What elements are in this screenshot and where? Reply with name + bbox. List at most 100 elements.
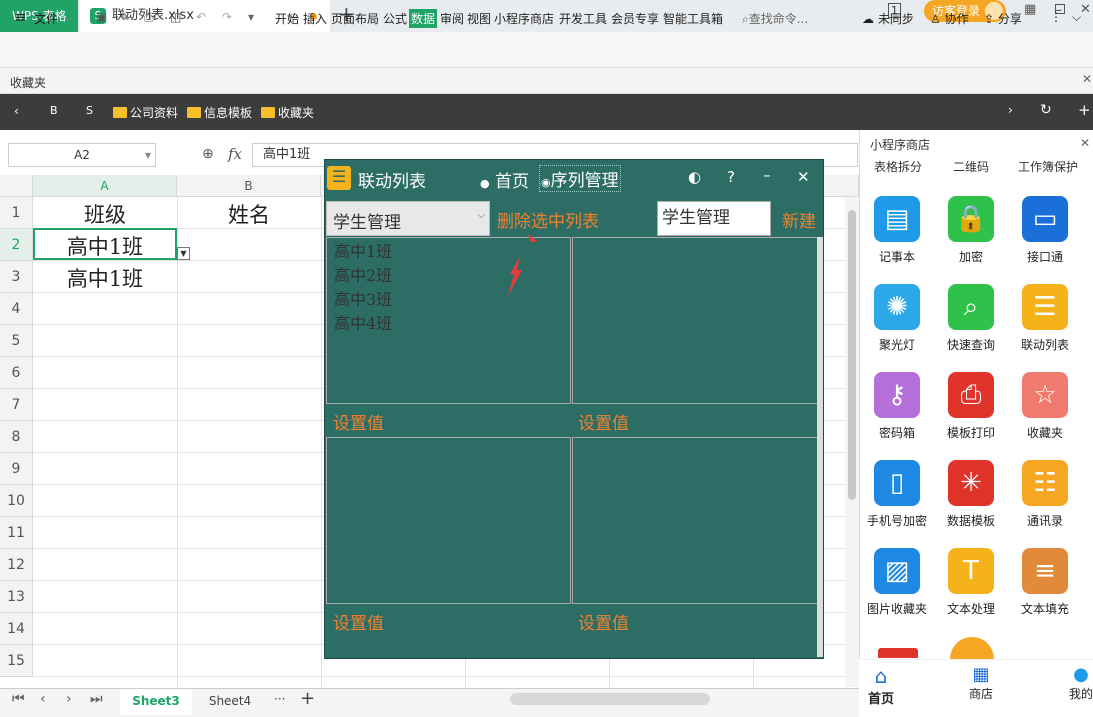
save-icon[interactable]: ▣ xyxy=(96,10,107,24)
collab-button[interactable]: ♙ 协作 xyxy=(930,10,969,27)
close-panel-icon[interactable]: ✕ xyxy=(1080,136,1090,150)
nav-mine[interactable]: ● 我的 xyxy=(1066,664,1093,702)
row-header[interactable]: 15 xyxy=(0,645,33,677)
bookmark-b[interactable]: B xyxy=(50,104,58,117)
app-item[interactable]: ⚷ 密码箱 xyxy=(861,372,933,441)
app-item[interactable]: 工作簿保护 xyxy=(1018,158,1093,175)
forward-icon[interactable]: › xyxy=(1008,103,1013,117)
nav-store[interactable]: ▦ 商店 xyxy=(966,664,996,702)
set-value-button-4[interactable]: 设置值 xyxy=(578,609,629,634)
last-sheet-icon[interactable]: ⏭ xyxy=(90,691,103,707)
collapse-ribbon-icon[interactable]: ⌵ xyxy=(1072,10,1081,25)
app-item[interactable]: ✺ 聚光灯 xyxy=(861,284,933,353)
app-item[interactable]: ≡ 文本填充 xyxy=(1009,548,1081,617)
list-item[interactable]: 高中4班 xyxy=(334,312,570,336)
row-header[interactable]: 3 xyxy=(0,261,33,293)
undo-icon[interactable]: ↶ xyxy=(196,10,206,24)
app-item[interactable]: ▤ 记事本 xyxy=(861,196,933,265)
set-value-button-3[interactable]: 设置值 xyxy=(333,609,384,634)
app-item[interactable]: ⎙ 模板打印 xyxy=(935,372,1007,441)
share-button[interactable]: ⇪ 分享 xyxy=(984,10,1022,27)
close-favorites-icon[interactable]: ✕ xyxy=(1082,72,1092,86)
set-value-button-2[interactable]: 设置值 xyxy=(578,409,629,434)
app-item[interactable]: 🔒 加密 xyxy=(935,196,1007,265)
cell-b1[interactable]: 姓名 xyxy=(177,199,321,229)
row-header[interactable]: 10 xyxy=(0,485,33,517)
horizontal-scrollbar[interactable] xyxy=(510,693,710,705)
menu-file[interactable]: 文件 xyxy=(34,10,58,27)
cell-a3[interactable]: 高中1班 xyxy=(33,263,177,293)
redo-icon[interactable]: ↷ xyxy=(222,10,232,24)
menu-vip[interactable]: 会员专享 xyxy=(611,10,659,27)
row-header[interactable]: 12 xyxy=(0,549,33,581)
first-sheet-icon[interactable]: ⏮ xyxy=(12,691,25,707)
bookmark-s[interactable]: S xyxy=(86,104,93,117)
back-icon[interactable]: ‹ xyxy=(14,104,19,118)
list-pane-2[interactable] xyxy=(572,237,818,404)
sheet-tab-active[interactable]: Sheet3 xyxy=(120,689,192,715)
chevron-down-icon[interactable]: ⌵ xyxy=(64,10,73,25)
radio-sequence[interactable]: ◉序列管理 xyxy=(539,165,621,192)
menu-data[interactable]: 数据 xyxy=(409,9,438,28)
add-bookmark-icon[interactable]: + xyxy=(1078,101,1091,119)
new-list-button[interactable]: 新建 xyxy=(782,207,816,232)
menu-miniprogram-store[interactable]: 小程序商店 xyxy=(494,10,554,27)
app-item[interactable]: 二维码 xyxy=(953,158,989,175)
row-header[interactable]: 6 xyxy=(0,357,33,389)
row-header[interactable]: 4 xyxy=(0,293,33,325)
add-sheet-button[interactable]: + xyxy=(300,688,315,709)
row-header[interactable]: 7 xyxy=(0,389,33,421)
zoom-icon[interactable]: ⊕ xyxy=(202,146,214,162)
refresh-icon[interactable]: ↻ xyxy=(1040,102,1052,118)
dialog-close-button[interactable]: ✕ xyxy=(797,168,810,186)
dialog-minimize-button[interactable]: – xyxy=(763,166,771,184)
row-header[interactable]: 8 xyxy=(0,421,33,453)
menu-view[interactable]: 视图 xyxy=(467,10,491,27)
app-item[interactable]: ▯ 手机号加密 xyxy=(861,460,933,529)
menu-page-layout[interactable]: 页面布局 xyxy=(331,10,379,27)
set-value-button-1[interactable]: 设置值 xyxy=(333,409,384,434)
print-icon[interactable]: ⎙ xyxy=(144,10,154,25)
format-painter-icon[interactable]: ✎ xyxy=(120,10,130,24)
more-quick-icon[interactable]: ▾ xyxy=(248,10,254,24)
category-dropdown[interactable]: 学生管理 ⌵ xyxy=(326,201,490,236)
menu-review[interactable]: 审阅 xyxy=(440,10,464,27)
row-header[interactable]: 5 xyxy=(0,325,33,357)
app-item[interactable]: ✳ 数据模板 xyxy=(935,460,1007,529)
app-item[interactable]: T 文本处理 xyxy=(935,548,1007,617)
row-header[interactable]: 14 xyxy=(0,613,33,645)
app-item[interactable]: 表格拆分 xyxy=(874,158,922,175)
scrollbar-thumb[interactable] xyxy=(848,210,856,500)
theme-icon[interactable]: ◐ xyxy=(688,168,701,186)
app-item[interactable]: ☆ 收藏夹 xyxy=(1009,372,1081,441)
row-header[interactable]: 9 xyxy=(0,453,33,485)
help-button[interactable]: ? xyxy=(727,168,735,186)
hamburger-icon[interactable]: ≡ xyxy=(14,8,27,26)
bookmark-folder[interactable]: 信息模板 xyxy=(187,104,252,121)
menu-insert[interactable]: 插入 xyxy=(303,10,327,27)
cell-dropdown-button[interactable]: ▼ xyxy=(177,247,190,260)
bookmark-folder[interactable]: 收藏夹 xyxy=(261,104,314,121)
radio-home[interactable]: ● 首页 xyxy=(480,167,529,192)
print-preview-icon[interactable]: ◫ xyxy=(170,10,181,24)
column-header-b[interactable]: B xyxy=(177,175,321,197)
skin-icon[interactable]: ▦ xyxy=(1024,2,1036,17)
sheet-tab[interactable]: Sheet4 xyxy=(194,689,266,715)
prev-sheet-icon[interactable]: ‹ xyxy=(40,691,46,707)
bookmark-folder[interactable]: 公司资料 xyxy=(113,104,178,121)
close-window-button[interactable]: ✕ xyxy=(1080,2,1091,17)
new-list-input[interactable]: 学生管理 xyxy=(657,201,771,236)
menu-dev-tools[interactable]: 开发工具 xyxy=(559,10,607,27)
list-pane-3[interactable] xyxy=(326,437,571,604)
column-header-a[interactable]: A xyxy=(33,175,177,197)
app-item[interactable]: ☰ 联动列表 xyxy=(1009,284,1081,353)
menu-formula[interactable]: 公式 xyxy=(383,10,407,27)
row-header[interactable]: 11 xyxy=(0,517,33,549)
cell-a1[interactable]: 班级 xyxy=(33,199,177,229)
list-pane-4[interactable] xyxy=(572,437,818,604)
select-all-corner[interactable] xyxy=(0,175,33,197)
search-command[interactable]: ⌕查找命令... xyxy=(742,10,808,27)
dialog-scrollbar[interactable] xyxy=(817,237,823,657)
row-header[interactable]: 2 xyxy=(0,229,33,261)
more-options-icon[interactable]: ⋮ xyxy=(1050,10,1062,24)
